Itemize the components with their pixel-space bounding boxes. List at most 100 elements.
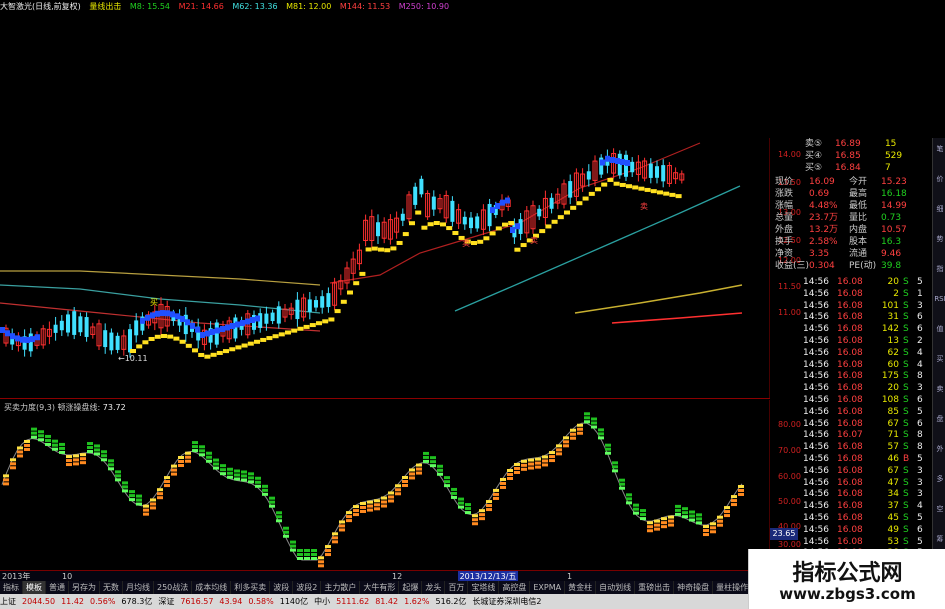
blue-seg (625, 160, 630, 166)
tick-price: 16.08 (837, 406, 863, 417)
osc-mark (227, 471, 233, 475)
stat-label: 内盘 (849, 225, 868, 235)
indicator-tab[interactable]: 普通 (46, 581, 69, 594)
side-tab[interactable]: 筹 (934, 532, 945, 546)
osc-mark (129, 498, 135, 502)
tick-row: 14:56 16.08 46 B 5 (803, 453, 923, 465)
side-tab[interactable]: 值 (934, 322, 945, 336)
blue-seg (490, 207, 495, 214)
osc-mark (493, 492, 499, 496)
indicator-tab[interactable]: 利多买卖 (231, 581, 271, 594)
stat-value: 3.35 (809, 249, 830, 259)
quote-stat-row: 涨跌 0.69 最高 16.18 (775, 188, 907, 200)
osc-mark (311, 557, 317, 560)
indicator-tab[interactable]: 自动划线 (596, 581, 636, 594)
osc-mark (248, 476, 254, 480)
tick-side: S (903, 371, 909, 382)
osc-mark (654, 523, 660, 527)
osc-mark (570, 432, 576, 436)
step-seg (365, 247, 372, 252)
candle-body (630, 161, 635, 173)
step-seg (644, 187, 651, 192)
indicator-tab[interactable]: 250战法 (154, 581, 193, 594)
osc-mark (17, 446, 23, 450)
side-tab[interactable]: 买 (934, 352, 945, 366)
osc-mark (3, 474, 9, 478)
step-seg (309, 323, 316, 328)
indicator-tab[interactable]: 波段2 (293, 581, 322, 594)
stat-value: 15.23 (881, 177, 907, 187)
candlestick-chart[interactable]: 买 卖 卖 卖 ←10.11 (0, 13, 770, 398)
indicator-tab[interactable]: 月均线 (123, 581, 154, 594)
candle-body (462, 216, 467, 225)
stat-value: 0.69 (809, 189, 830, 199)
side-tab[interactable]: 笔 (934, 142, 945, 156)
blue-seg (210, 329, 215, 335)
step-seg (229, 347, 236, 352)
tick-row: 14:56 16.08 62 S 4 (803, 347, 923, 359)
oscillator-chart[interactable] (0, 400, 770, 570)
step-seg (626, 184, 632, 189)
osc-mark (549, 459, 555, 463)
osc-mark (31, 431, 37, 435)
osc-mark (591, 417, 597, 421)
tick-price: 16.08 (837, 300, 863, 311)
indicator-tab[interactable]: 起爆 (399, 581, 423, 594)
side-tab[interactable]: 指 (934, 262, 945, 276)
indicator-tab[interactable]: 指标 (0, 581, 23, 594)
indicator-tab[interactable]: 波段 (270, 581, 294, 594)
side-tab[interactable]: 细 (934, 202, 945, 216)
osc-mark (647, 525, 653, 529)
indicator-tab[interactable]: 高控盘 (499, 581, 531, 594)
osc-mark (682, 511, 688, 515)
indicator-tab[interactable]: 大牛有形 (360, 581, 400, 594)
osc-mark (332, 536, 338, 540)
stock-title: 大智激光(日线,前复权) (0, 2, 81, 11)
osc-mark (479, 509, 485, 513)
osc-mark (52, 447, 58, 451)
step-seg (353, 281, 360, 286)
step-seg (675, 194, 682, 199)
side-tab[interactable]: 盘 (934, 412, 945, 426)
step-seg (638, 186, 645, 191)
indicator-tab[interactable]: 量柱操作 (713, 581, 753, 594)
side-tab[interactable]: 空 (934, 502, 945, 516)
stat-label: 涨跌 (775, 189, 794, 199)
tick-price: 16.08 (837, 489, 863, 500)
candle-body (115, 335, 120, 350)
indicator-tab[interactable]: EXPMA (530, 581, 566, 594)
step-seg (402, 232, 409, 237)
osc-mark (143, 508, 149, 512)
tick-price: 16.08 (837, 324, 863, 335)
step-seg (551, 219, 558, 224)
osc-mark (416, 467, 422, 471)
candle-body (655, 166, 659, 178)
osc-mark (108, 463, 114, 467)
side-tab[interactable]: 势 (934, 232, 945, 246)
indicator-tab[interactable]: 主力散户 (321, 581, 361, 594)
indicator-tab[interactable]: 黄金柱 (565, 581, 597, 594)
indicator-tab[interactable]: 成本均线 (192, 581, 232, 594)
indicator-tab[interactable]: 宝塔线 (468, 581, 500, 594)
indicator-tab[interactable]: 神奇操盘 (674, 581, 714, 594)
side-tab[interactable]: 多 (934, 472, 945, 486)
indicator-tab[interactable]: 无数 (100, 581, 123, 594)
osc-mark (227, 475, 233, 479)
osc-mark (38, 438, 44, 442)
step-seg (378, 247, 384, 252)
indicator-tab[interactable]: 龙头 (422, 581, 446, 594)
side-tab[interactable]: 价 (934, 172, 945, 186)
indicator-tab[interactable]: 另存为 (69, 581, 100, 594)
indicator-tab[interactable]: 模板 (23, 581, 46, 594)
bid-row: 买④ 16.85 529 (805, 150, 902, 162)
tick-count: 6 (917, 395, 923, 405)
indicator-tab[interactable]: 重磅出击 (635, 581, 675, 594)
side-tab[interactable]: 外 (934, 442, 945, 456)
tick-count: 6 (917, 524, 923, 535)
side-tab[interactable]: 卖 (934, 382, 945, 396)
candle-body (475, 216, 480, 229)
osc-mark (304, 549, 310, 552)
side-tab[interactable]: RSI (934, 292, 945, 306)
osc-mark (283, 534, 289, 538)
indicator-tab[interactable]: 百万 (445, 581, 469, 594)
